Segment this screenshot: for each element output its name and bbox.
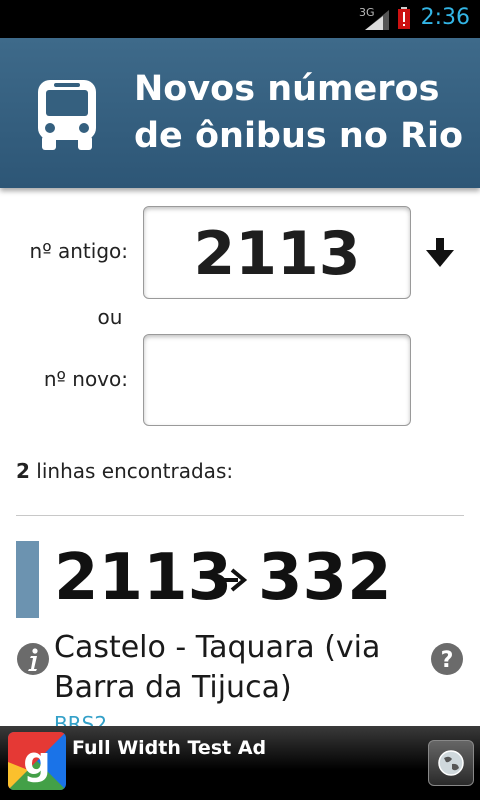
or-label: ou	[97, 305, 123, 329]
info-icon[interactable]	[16, 642, 50, 676]
result-new-number: 332	[258, 541, 392, 615]
route-name: Castelo - Taquara (via Barra da Tijuca)	[54, 630, 381, 705]
status-bar: 3G 2:36	[0, 0, 480, 38]
svg-text:?: ?	[441, 648, 454, 673]
ad-text: Full Width Test Ad	[72, 737, 267, 759]
globe-icon[interactable]	[428, 740, 474, 786]
old-number-value: 2113	[193, 219, 361, 289]
old-number-input[interactable]: 2113	[143, 206, 411, 299]
svg-text:g: g	[23, 739, 50, 783]
battery-low-icon	[398, 7, 410, 29]
app-header: Novos números de ônibus no Rio	[0, 38, 480, 188]
old-number-label: nº antigo:	[29, 239, 128, 263]
title-line-2: de ônibus no Rio	[134, 116, 464, 156]
results-count: 2 linhas encontradas:	[16, 459, 233, 483]
new-number-label: nº novo:	[43, 367, 128, 391]
arrow-down-icon[interactable]	[424, 238, 456, 268]
results-count-number: 2	[16, 459, 30, 483]
result-accent-bar	[16, 541, 39, 618]
bus-icon	[38, 80, 96, 150]
title-line-1: Novos números	[134, 69, 440, 109]
results-count-text: linhas encontradas:	[29, 459, 234, 483]
google-logo-icon: g	[8, 732, 66, 790]
help-icon[interactable]: ?	[430, 642, 464, 676]
divider	[16, 515, 464, 516]
new-number-input[interactable]	[143, 334, 411, 426]
signal-icon	[365, 10, 389, 30]
clock: 2:36	[420, 5, 470, 30]
app-title: Novos números de ônibus no Rio	[134, 66, 464, 160]
ad-banner[interactable]: g Full Width Test Ad	[0, 726, 480, 800]
result-old-number: 2113	[54, 541, 233, 615]
arrow-right-icon	[214, 568, 248, 592]
